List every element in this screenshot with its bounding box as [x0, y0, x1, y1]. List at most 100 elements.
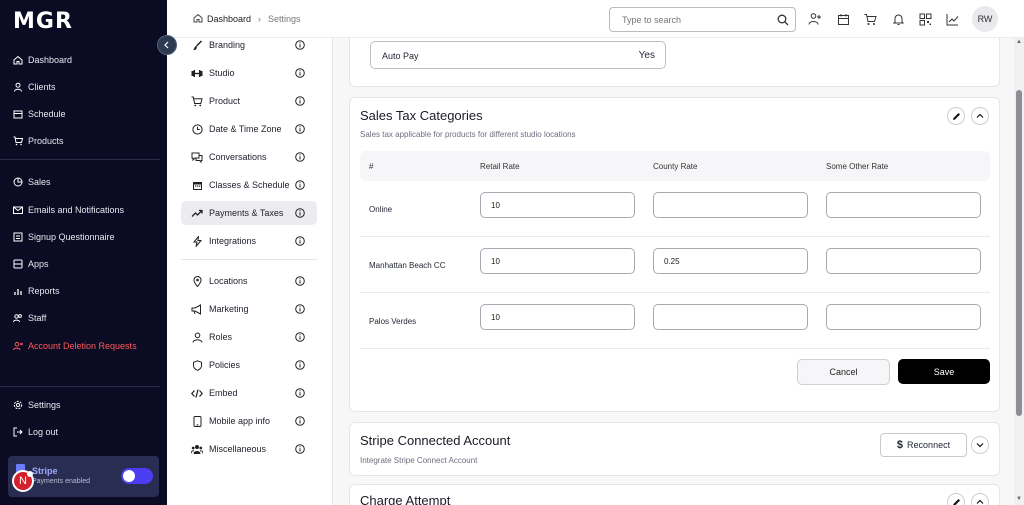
sidebar-item-signup-questionnaire[interactable]: Signup Questionnaire [12, 227, 115, 247]
row-location-name: Manhattan Beach CC [369, 261, 446, 270]
stripe-connect-title: Stripe Connected Account [360, 433, 511, 448]
add-user-icon[interactable] [807, 11, 823, 27]
info-icon[interactable] [295, 304, 305, 314]
info-icon[interactable] [295, 276, 305, 286]
scroll-up-icon[interactable]: ▲ [1016, 39, 1022, 45]
info-icon[interactable] [295, 40, 305, 50]
sidebar-item-label: Account Deletion Requests [28, 341, 137, 351]
sidebar-item-products[interactable]: Products [12, 131, 64, 151]
other-rate-input[interactable] [826, 304, 981, 330]
info-icon[interactable] [295, 360, 305, 370]
save-button[interactable]: Save [898, 359, 990, 384]
user-icon [190, 330, 204, 344]
county-rate-input[interactable] [653, 304, 808, 330]
settings-item-marketing[interactable]: Marketing [181, 297, 317, 321]
notification-badge[interactable]: N [12, 470, 34, 492]
settings-item-classes-schedule[interactable]: Classes & Schedule [181, 173, 317, 197]
qr-code-icon[interactable] [917, 11, 933, 27]
settings-item-label: Branding [209, 40, 246, 50]
collapse-sidebar-button[interactable] [157, 35, 177, 55]
settings-item-product[interactable]: Product [181, 89, 317, 113]
dumbbell-icon [190, 66, 204, 80]
sidebar-item-reports[interactable]: Reports [12, 281, 60, 301]
info-icon[interactable] [295, 152, 305, 162]
cancel-button[interactable]: Cancel [797, 359, 890, 385]
page-scrollbar[interactable]: ▲ ▼ [1014, 38, 1024, 505]
sidebar-item-staff[interactable]: Staff [12, 308, 46, 328]
search-icon[interactable] [777, 13, 789, 31]
settings-item-policies[interactable]: Policies [181, 353, 317, 377]
edit-button[interactable] [947, 107, 965, 125]
retail-rate-input[interactable] [480, 304, 635, 330]
info-icon[interactable] [295, 96, 305, 106]
calendar-icon[interactable] [835, 11, 851, 27]
table-row: Online [360, 181, 990, 237]
sidebar-item-clients[interactable]: Clients [12, 77, 56, 97]
settings-item-date-time[interactable]: Date & Time Zone [181, 117, 317, 141]
chevron-up-icon [976, 499, 984, 504]
info-icon[interactable] [295, 124, 305, 134]
cart-icon[interactable] [862, 11, 878, 27]
sidebar-item-logout[interactable]: Log out [12, 422, 58, 442]
settings-item-label: Policies [209, 360, 241, 370]
retail-rate-input[interactable] [480, 248, 635, 274]
sidebar-item-sales[interactable]: Sales [12, 172, 51, 192]
bell-icon[interactable] [890, 11, 906, 27]
sidebar-item-label: Clients [28, 82, 56, 92]
settings-item-payments-taxes[interactable]: Payments & Taxes [181, 201, 317, 225]
sidebar-item-settings[interactable]: Settings [12, 395, 61, 415]
scrollbar-thumb[interactable] [1016, 90, 1022, 416]
settings-item-label: Mobile app info [209, 416, 271, 426]
app-logo: MGR [13, 9, 73, 34]
sidebar-item-schedule[interactable]: Schedule [12, 104, 66, 124]
breadcrumb-dashboard[interactable]: Dashboard [207, 14, 251, 24]
pie-icon [12, 176, 24, 188]
avatar[interactable]: RW [972, 6, 998, 32]
user-x-icon [12, 340, 24, 352]
column-header: County Rate [653, 162, 698, 171]
edit-button[interactable] [947, 493, 965, 505]
sidebar-item-label: Apps [28, 259, 49, 269]
sidebar-item-apps[interactable]: Apps [12, 254, 49, 274]
auto-pay-field[interactable]: Auto Pay Yes [370, 41, 666, 69]
settings-item-integrations[interactable]: Integrations [181, 229, 317, 253]
reconnect-button[interactable]: $ Reconnect [880, 433, 967, 457]
info-icon[interactable] [295, 416, 305, 426]
expand-button[interactable] [971, 436, 989, 454]
dollar-icon: $ [896, 439, 904, 451]
settings-item-studio[interactable]: Studio [181, 61, 317, 85]
settings-item-roles[interactable]: Roles [181, 325, 317, 349]
county-rate-input[interactable] [653, 248, 808, 274]
info-icon[interactable] [295, 68, 305, 78]
sidebar-item-account-deletion[interactable]: Account Deletion Requests [12, 336, 137, 356]
bar-chart-icon [12, 285, 24, 297]
sidebar-item-emails[interactable]: Emails and Notifications [12, 200, 124, 220]
info-icon[interactable] [295, 332, 305, 342]
settings-item-branding[interactable]: Branding [181, 33, 317, 57]
collapse-button[interactable] [971, 107, 989, 125]
other-rate-input[interactable] [826, 192, 981, 218]
info-icon[interactable] [295, 180, 305, 190]
settings-item-embed[interactable]: Embed [181, 381, 317, 405]
settings-item-mobile-app[interactable]: Mobile app info [181, 409, 317, 433]
settings-item-label: Payments & Taxes [209, 208, 284, 218]
stripe-toggle[interactable] [121, 468, 153, 484]
scroll-down-icon[interactable]: ▼ [1016, 496, 1022, 502]
retail-rate-input[interactable] [480, 192, 635, 218]
sidebar-item-dashboard[interactable]: Dashboard [12, 50, 72, 70]
home-icon[interactable] [193, 13, 203, 25]
info-icon[interactable] [295, 208, 305, 218]
trend-chart-icon[interactable] [944, 11, 960, 27]
info-icon[interactable] [295, 388, 305, 398]
settings-item-locations[interactable]: Locations [181, 269, 317, 293]
other-rate-input[interactable] [826, 248, 981, 274]
county-rate-input[interactable] [653, 192, 808, 218]
info-icon[interactable] [295, 236, 305, 246]
stripe-name: Stripe [32, 466, 58, 476]
collapse-button[interactable] [971, 493, 989, 505]
settings-item-conversations[interactable]: Conversations [181, 145, 317, 169]
search-input[interactable] [610, 8, 770, 31]
settings-item-miscellaneous[interactable]: Miscellaneous [181, 437, 317, 461]
logout-icon [12, 426, 24, 438]
info-icon[interactable] [295, 444, 305, 454]
